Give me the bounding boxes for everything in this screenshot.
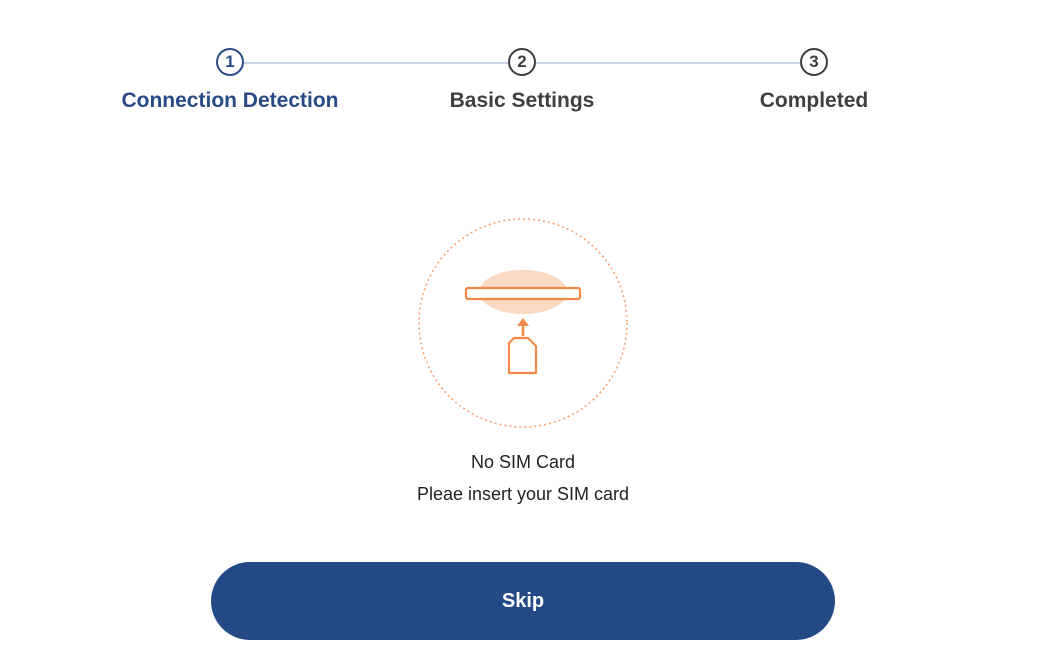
stepper-connector-1-2 xyxy=(244,62,508,64)
step-1-label: Connection Detection xyxy=(121,89,339,112)
sim-card-insert-graphic xyxy=(418,218,628,428)
status-message: Pleae insert your SIM card xyxy=(416,484,630,504)
status-title: No SIM Card xyxy=(470,452,576,472)
step-3-indicator: 3 xyxy=(800,48,828,76)
stepper-connector-2-3 xyxy=(536,62,800,64)
step-2-label: Basic Settings xyxy=(449,89,595,112)
step-1-indicator: 1 xyxy=(216,48,244,76)
setup-wizard-page: 1 2 3 Connection Detection Basic Setting… xyxy=(0,0,1060,663)
step-3-label: Completed xyxy=(759,89,869,112)
skip-button[interactable]: Skip xyxy=(211,562,835,640)
step-2-indicator: 2 xyxy=(508,48,536,76)
sim-card-insert-icon xyxy=(416,216,630,430)
